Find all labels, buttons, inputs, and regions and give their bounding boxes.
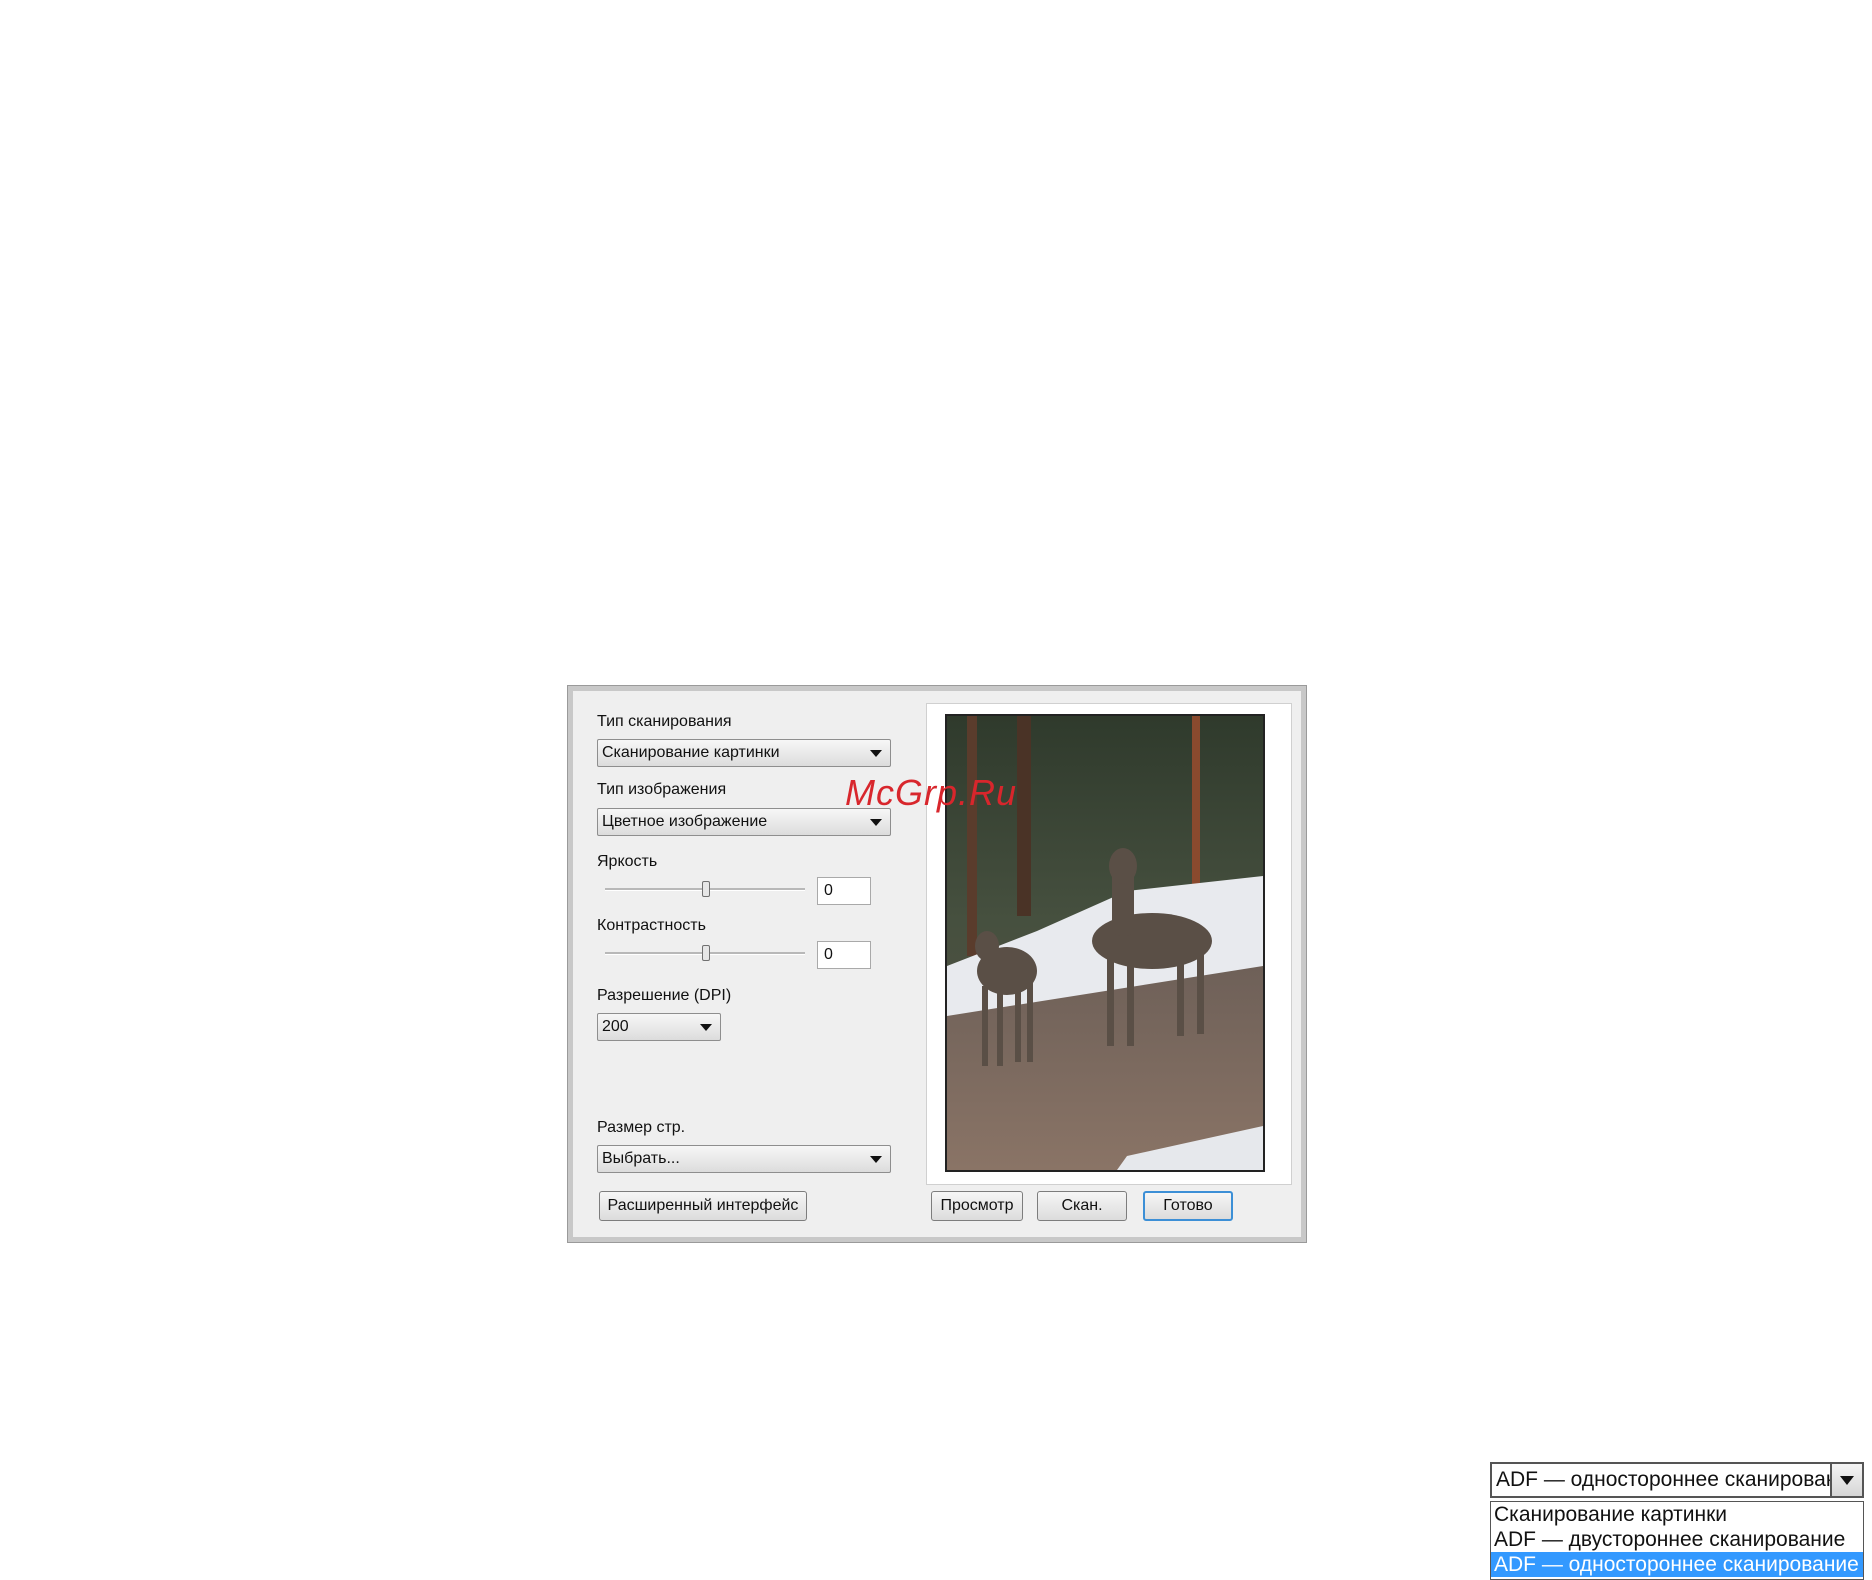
contrast-slider[interactable] [605,945,805,961]
watermark-text: McGrp.Ru [845,772,1018,813]
contrast-input[interactable]: 0 [817,941,871,969]
page-size-label: Размер стр. [597,1119,686,1136]
chevron-down-icon [870,750,882,757]
resolution-label: Разрешение (DPI) [597,987,732,1004]
scanner-dialog: Тип сканирования Сканирование картинки Т… [567,685,1307,1243]
dropdown-option[interactable]: Сканирование картинки [1491,1502,1863,1527]
slider-thumb[interactable] [702,945,710,961]
brightness-slider[interactable] [605,881,805,897]
scan-type-label: Тип сканирования [597,713,732,730]
chevron-down-icon [870,1156,882,1163]
resolution-select[interactable]: 200 [597,1013,721,1041]
dropdown-list: Сканирование картинки ADF — двустороннее… [1490,1501,1864,1580]
brightness-label: Яркость [597,853,658,870]
page-size-value: Выбрать... [602,1150,680,1167]
scan-type-value: Сканирование картинки [602,744,780,761]
slider-thumb[interactable] [702,881,710,897]
dropdown-button[interactable] [1830,1464,1862,1496]
dropdown-selected-value: ADF — одностороннее сканирование [1496,1468,1861,1491]
page-size-select[interactable]: Выбрать... [597,1145,891,1173]
dropdown-option[interactable]: ADF — одностороннее сканирование [1491,1552,1863,1577]
image-type-label: Тип изображения [597,781,727,798]
scan-type-select[interactable]: Сканирование картинки [597,739,891,767]
preview-button[interactable]: Просмотр [931,1191,1023,1221]
chevron-down-icon [1840,1476,1854,1485]
chevron-down-icon [870,819,882,826]
chevron-down-icon [700,1024,712,1031]
scan-type-dropdown[interactable]: ADF — одностороннее сканирование [1490,1462,1864,1498]
resolution-value: 200 [602,1018,629,1035]
image-type-value: Цветное изображение [602,813,768,830]
scan-button[interactable]: Скан. [1037,1191,1127,1221]
brightness-input[interactable]: 0 [817,877,871,905]
contrast-label: Контрастность [597,917,706,934]
dropdown-option[interactable]: ADF — двустороннее сканирование [1491,1527,1863,1552]
advanced-interface-button[interactable]: Расширенный интерфейс [599,1191,807,1221]
done-button[interactable]: Готово [1143,1191,1233,1221]
